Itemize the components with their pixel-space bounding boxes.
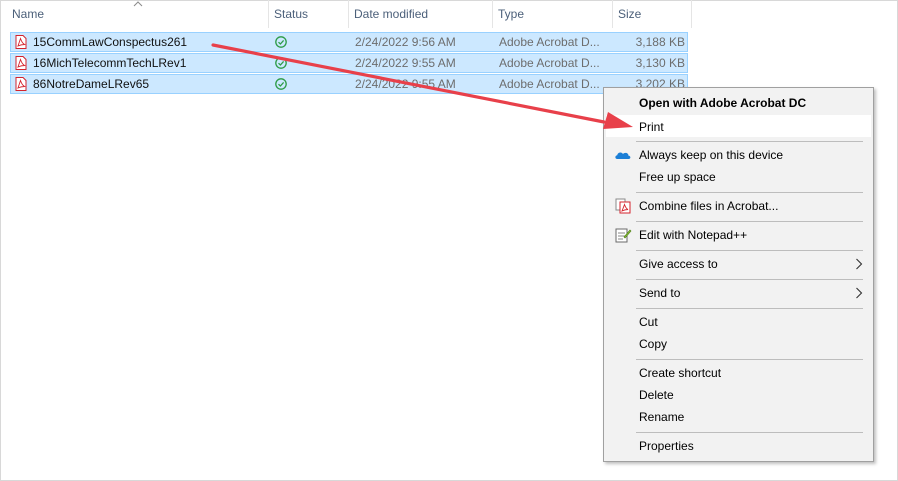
column-header-size[interactable]: Size bbox=[612, 0, 692, 28]
menu-separator bbox=[636, 141, 863, 142]
column-header-type[interactable]: Type bbox=[492, 0, 612, 28]
chevron-right-icon bbox=[856, 258, 863, 270]
file-size: 3,188 KB bbox=[635, 35, 685, 49]
menu-item-label: Send to bbox=[639, 286, 681, 300]
menu-item-rename[interactable]: Rename bbox=[606, 406, 871, 428]
menu-separator bbox=[636, 192, 863, 193]
column-divider[interactable] bbox=[691, 0, 692, 28]
synced-check-icon bbox=[275, 57, 287, 69]
menu-item-label: Create shortcut bbox=[639, 366, 722, 380]
onedrive-cloud-icon bbox=[615, 152, 631, 159]
menu-item-label: Give access to bbox=[639, 257, 718, 271]
menu-item-label: Delete bbox=[639, 388, 674, 402]
file-row[interactable]: 16MichTelecommTechLRev1 2/24/2022 9:55 A… bbox=[10, 53, 688, 73]
menu-separator bbox=[636, 359, 863, 360]
notepadpp-icon bbox=[615, 228, 632, 243]
menu-item-combine-acrobat[interactable]: Combine files in Acrobat... bbox=[606, 195, 871, 217]
menu-item-copy[interactable]: Copy bbox=[606, 333, 871, 355]
column-header-bar: Name Status Date modified Type Size bbox=[0, 0, 692, 28]
menu-item-label: Always keep on this device bbox=[639, 148, 784, 162]
menu-item-always-keep[interactable]: Always keep on this device bbox=[606, 144, 871, 166]
synced-check-icon bbox=[275, 78, 287, 90]
menu-item-label: Copy bbox=[639, 337, 668, 351]
menu-item-give-access[interactable]: Give access to bbox=[606, 253, 871, 275]
file-size: 3,130 KB bbox=[635, 56, 685, 70]
file-type: Adobe Acrobat D... bbox=[499, 35, 600, 49]
menu-item-label: Cut bbox=[639, 315, 658, 329]
file-name: 16MichTelecommTechLRev1 bbox=[33, 56, 187, 70]
menu-item-create-shortcut[interactable]: Create shortcut bbox=[606, 362, 871, 384]
pdf-file-icon bbox=[15, 56, 27, 70]
file-type: Adobe Acrobat D... bbox=[499, 77, 600, 91]
acrobat-combine-icon bbox=[615, 198, 631, 214]
file-type: Adobe Acrobat D... bbox=[499, 56, 600, 70]
file-row[interactable]: 15CommLawConspectus261 2/24/2022 9:56 AM… bbox=[10, 32, 688, 52]
menu-item-properties[interactable]: Properties bbox=[606, 435, 871, 457]
file-date-modified: 2/24/2022 9:55 AM bbox=[355, 77, 456, 91]
menu-item-delete[interactable]: Delete bbox=[606, 384, 871, 406]
menu-item-label: Open with Adobe Acrobat DC bbox=[639, 96, 807, 110]
menu-item-print[interactable]: Print bbox=[606, 115, 871, 137]
menu-item-label: Properties bbox=[639, 439, 694, 453]
file-date-modified: 2/24/2022 9:55 AM bbox=[355, 56, 456, 70]
menu-separator bbox=[636, 279, 863, 280]
column-header-status[interactable]: Status bbox=[268, 0, 348, 28]
sort-ascending-icon bbox=[133, 1, 143, 7]
pdf-file-icon bbox=[15, 35, 27, 49]
file-name: 86NotreDameLRev65 bbox=[33, 77, 150, 91]
menu-item-cut[interactable]: Cut bbox=[606, 311, 871, 333]
chevron-right-icon bbox=[856, 287, 863, 299]
context-menu: Open with Adobe Acrobat DC Print Always … bbox=[603, 87, 874, 462]
file-date-modified: 2/24/2022 9:56 AM bbox=[355, 35, 456, 49]
menu-item-edit-notepadpp[interactable]: Edit with Notepad++ bbox=[606, 224, 871, 246]
menu-item-open-with-acrobat[interactable]: Open with Adobe Acrobat DC bbox=[606, 92, 871, 114]
column-header-date-modified[interactable]: Date modified bbox=[348, 0, 492, 28]
menu-item-send-to[interactable]: Send to bbox=[606, 282, 871, 304]
menu-item-label: Combine files in Acrobat... bbox=[639, 199, 779, 213]
menu-separator bbox=[636, 432, 863, 433]
menu-separator bbox=[636, 250, 863, 251]
menu-item-label: Print bbox=[639, 120, 664, 134]
menu-item-label: Rename bbox=[639, 410, 685, 424]
pdf-file-icon bbox=[15, 77, 27, 91]
menu-separator bbox=[636, 308, 863, 309]
file-name: 15CommLawConspectus261 bbox=[33, 35, 188, 49]
synced-check-icon bbox=[275, 36, 287, 48]
menu-item-label: Free up space bbox=[639, 170, 716, 184]
file-row[interactable]: 86NotreDameLRev65 2/24/2022 9:55 AM Adob… bbox=[10, 74, 688, 94]
menu-separator bbox=[636, 221, 863, 222]
menu-item-free-up-space[interactable]: Free up space bbox=[606, 166, 871, 188]
menu-item-label: Edit with Notepad++ bbox=[639, 228, 748, 242]
